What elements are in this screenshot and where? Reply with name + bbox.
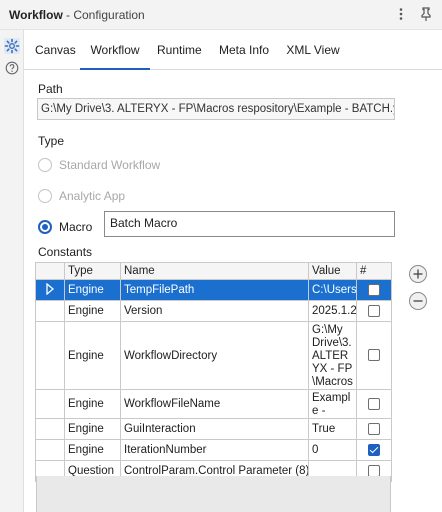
gear-icon[interactable] bbox=[4, 38, 20, 54]
radio-analytic-app-label: Analytic App bbox=[59, 189, 126, 203]
tab-xml-view[interactable]: XML View bbox=[286, 30, 340, 69]
column-header-hash[interactable]: # bbox=[356, 262, 392, 280]
row-selector[interactable] bbox=[35, 389, 65, 419]
table-row[interactable]: Engine TempFilePath C:\Users\ bbox=[35, 279, 392, 301]
hash-checkbox[interactable] bbox=[368, 397, 380, 410]
radio-standard-workflow[interactable] bbox=[38, 158, 52, 172]
column-header-value[interactable]: Value bbox=[308, 262, 357, 280]
column-header-type[interactable]: Type bbox=[64, 262, 121, 280]
column-header-row bbox=[35, 262, 65, 280]
cell-name[interactable]: GuiInteraction bbox=[120, 418, 309, 440]
table-empty-area bbox=[36, 476, 391, 512]
hash-checkbox[interactable] bbox=[368, 283, 380, 296]
cell-hash bbox=[356, 418, 392, 440]
row-selector[interactable] bbox=[35, 279, 65, 301]
cell-type[interactable]: Engine bbox=[64, 389, 121, 419]
path-field[interactable]: G:\My Drive\3. ALTERYX - FP\Macros respo… bbox=[37, 98, 395, 120]
hash-checkbox[interactable] bbox=[368, 304, 380, 317]
row-selector[interactable] bbox=[35, 300, 65, 322]
cell-hash bbox=[356, 389, 392, 419]
pin-icon[interactable] bbox=[418, 6, 434, 22]
tab-bar: Canvas Workflow Runtime Meta Info XML Vi… bbox=[24, 30, 442, 70]
remove-constant-button[interactable] bbox=[409, 292, 427, 310]
minus-circle-icon bbox=[413, 300, 423, 302]
cell-type[interactable]: Engine bbox=[64, 300, 121, 322]
cell-type[interactable]: Engine bbox=[64, 418, 121, 440]
cell-hash bbox=[356, 439, 392, 461]
window-subtitle: - Configuration bbox=[66, 8, 145, 22]
cell-name[interactable]: Version bbox=[120, 300, 309, 322]
cell-hash bbox=[356, 300, 392, 322]
table-row[interactable]: Engine GuiInteraction True bbox=[35, 418, 392, 440]
add-constant-button[interactable] bbox=[409, 265, 427, 283]
cell-type[interactable]: Engine bbox=[64, 279, 121, 301]
cell-name[interactable]: TempFilePath bbox=[120, 279, 309, 301]
plus-circle-icon bbox=[413, 269, 423, 279]
tab-workflow[interactable]: Workflow bbox=[80, 30, 150, 70]
radio-analytic-app[interactable] bbox=[38, 189, 52, 203]
table-row[interactable]: Engine IterationNumber 0 bbox=[35, 439, 392, 461]
hash-checkbox-checked[interactable] bbox=[368, 443, 380, 456]
row-selector[interactable] bbox=[35, 439, 65, 461]
table-row[interactable]: Engine Version 2025.1.2 bbox=[35, 300, 392, 322]
cell-value[interactable]: G:\My Drive\3. ALTERYX - FP\Macros bbox=[308, 321, 357, 390]
tab-canvas[interactable]: Canvas bbox=[35, 30, 76, 69]
cell-value[interactable]: 2025.1.2 bbox=[308, 300, 357, 322]
cell-hash bbox=[356, 321, 392, 390]
radio-macro-label: Macro bbox=[59, 220, 93, 234]
type-label: Type bbox=[38, 134, 65, 148]
window-title: Workflow bbox=[9, 8, 63, 22]
constants-label: Constants bbox=[38, 245, 93, 259]
cell-name[interactable]: WorkflowFileName bbox=[120, 389, 309, 419]
hash-checkbox[interactable] bbox=[368, 349, 380, 362]
row-selector[interactable] bbox=[35, 418, 65, 440]
cell-name[interactable]: WorkflowDirectory bbox=[120, 321, 309, 390]
constants-table: Type Name Value # Engine TempFilePath C:… bbox=[35, 262, 392, 482]
macro-type-input[interactable]: Batch Macro bbox=[104, 211, 395, 237]
cell-hash bbox=[356, 279, 392, 301]
cell-value[interactable]: 0 bbox=[308, 439, 357, 461]
cell-name[interactable]: IterationNumber bbox=[120, 439, 309, 461]
hash-checkbox[interactable] bbox=[368, 422, 380, 435]
radio-standard-workflow-label: Standard Workflow bbox=[59, 158, 161, 172]
table-header: Type Name Value # bbox=[35, 262, 392, 280]
tab-meta-info[interactable]: Meta Info bbox=[217, 30, 271, 69]
cell-value[interactable]: C:\Users\ bbox=[308, 279, 357, 301]
cell-value[interactable]: Example - bbox=[308, 389, 357, 419]
cell-value[interactable]: True bbox=[308, 418, 357, 440]
tab-runtime[interactable]: Runtime bbox=[157, 30, 202, 69]
title-bar: Workflow - Configuration bbox=[0, 0, 442, 30]
cell-type[interactable]: Engine bbox=[64, 439, 121, 461]
cell-type[interactable]: Engine bbox=[64, 321, 121, 390]
table-row[interactable]: Engine WorkflowFileName Example - bbox=[35, 389, 392, 419]
row-selector[interactable] bbox=[35, 321, 65, 390]
table-row[interactable]: Engine WorkflowDirectory G:\My Drive\3. … bbox=[35, 321, 392, 390]
column-header-name[interactable]: Name bbox=[120, 262, 309, 280]
path-label: Path bbox=[38, 82, 63, 96]
row-pointer-icon bbox=[46, 282, 55, 295]
sidebar bbox=[0, 30, 24, 512]
radio-macro[interactable] bbox=[38, 220, 52, 234]
help-icon[interactable] bbox=[4, 60, 20, 76]
more-vertical-icon[interactable] bbox=[393, 6, 409, 22]
